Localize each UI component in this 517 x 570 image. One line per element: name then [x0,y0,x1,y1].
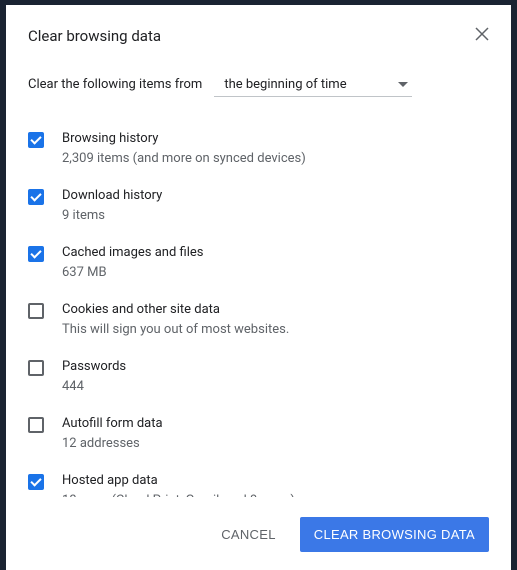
option-row: Download history 9 items [28,178,489,235]
option-row: Cookies and other site data This will sig… [28,292,489,349]
option-text: Browsing history 2,309 items (and more on… [62,131,489,168]
option-row: Autofill form data 12 addresses [28,406,489,463]
clear-browsing-data-dialog: Clear browsing data Clear the following … [6,5,511,570]
option-title: Cached images and files [62,245,489,262]
option-row: Cached images and files 637 MB [28,235,489,292]
option-text: Passwords 444 [62,359,489,396]
close-icon[interactable] [475,27,489,41]
option-checkbox[interactable] [28,417,44,433]
time-range-value: the beginning of time [224,77,346,92]
cancel-button[interactable]: CANCEL [207,517,290,552]
option-text: Hosted app data 10 apps (Cloud Print, Gma… [62,473,489,497]
option-subtitle: 10 apps (Cloud Print, Gmail, and 8 more) [62,492,489,497]
option-checkbox[interactable] [28,360,44,376]
option-subtitle: This will sign you out of most websites. [62,321,489,339]
option-checkbox[interactable] [28,474,44,490]
option-title: Passwords [62,359,489,376]
option-text: Download history 9 items [62,188,489,225]
option-subtitle: 444 [62,378,489,396]
option-subtitle: 637 MB [62,264,489,282]
chevron-down-icon [398,82,408,88]
option-title: Autofill form data [62,416,489,433]
dialog-header: Clear browsing data [28,27,489,45]
option-subtitle: 12 addresses [62,435,489,453]
options-list: Browsing history 2,309 items (and more on… [28,121,489,497]
time-range-label: Clear the following items from [28,77,202,92]
option-subtitle: 9 items [62,207,489,225]
option-text: Autofill form data 12 addresses [62,416,489,453]
option-checkbox[interactable] [28,189,44,205]
option-title: Download history [62,188,489,205]
option-checkbox[interactable] [28,132,44,148]
time-range-select[interactable]: the beginning of time [214,73,412,97]
option-title: Browsing history [62,131,489,148]
option-checkbox[interactable] [28,303,44,319]
option-title: Cookies and other site data [62,302,489,319]
option-text: Cookies and other site data This will sig… [62,302,489,339]
option-checkbox[interactable] [28,246,44,262]
time-range-row: Clear the following items from the begin… [28,73,489,97]
dialog-title: Clear browsing data [28,27,161,45]
option-subtitle: 2,309 items (and more on synced devices) [62,150,489,168]
clear-browsing-data-button[interactable]: CLEAR BROWSING DATA [300,517,489,552]
option-row: Passwords 444 [28,349,489,406]
option-title: Hosted app data [62,473,489,490]
option-text: Cached images and files 637 MB [62,245,489,282]
option-row: Browsing history 2,309 items (and more on… [28,121,489,178]
option-row: Hosted app data 10 apps (Cloud Print, Gma… [28,463,489,497]
dialog-actions: CANCEL CLEAR BROWSING DATA [28,517,489,552]
